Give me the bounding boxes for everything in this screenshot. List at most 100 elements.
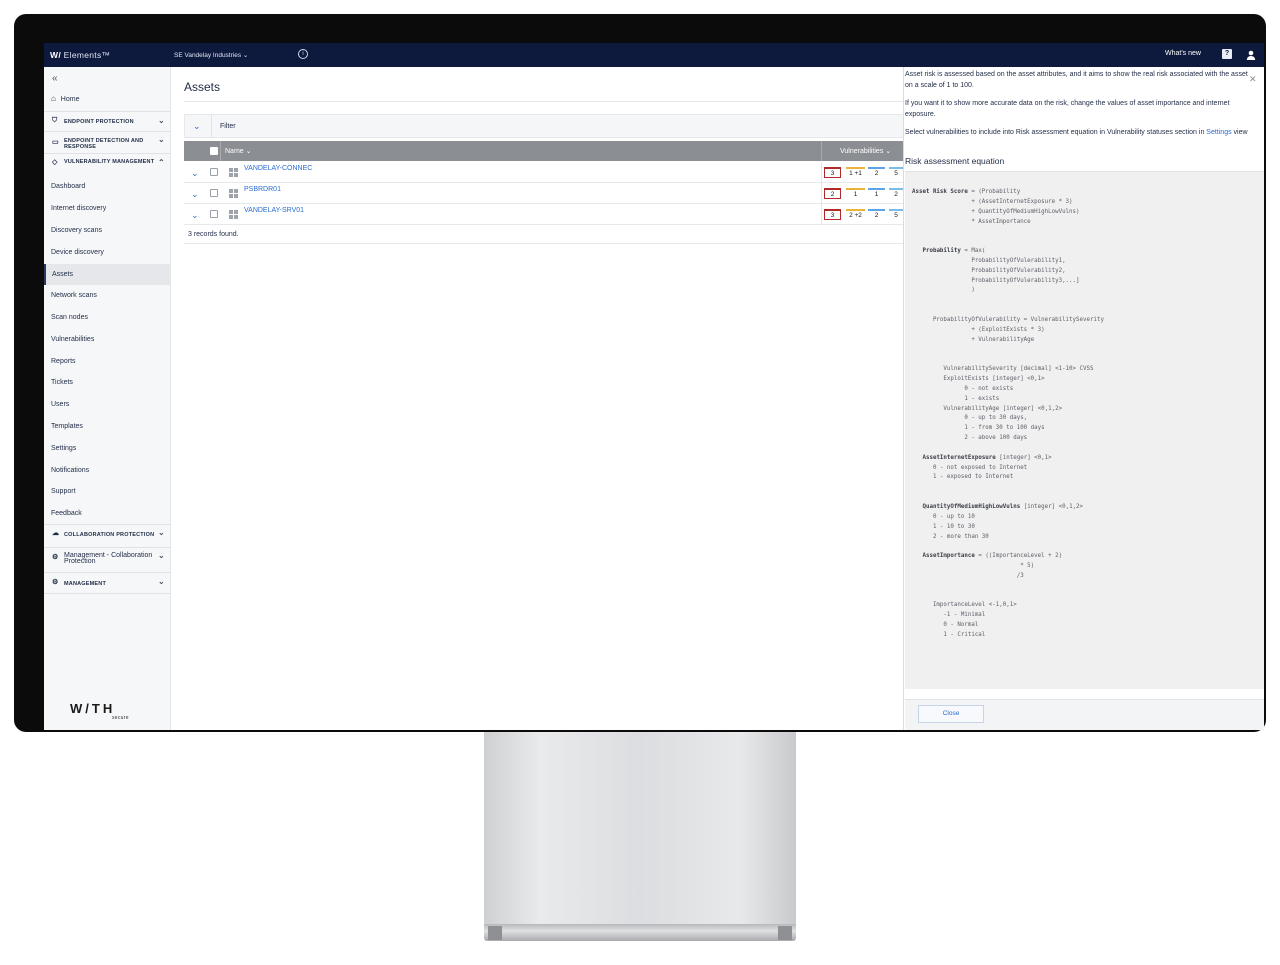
critical-count-badge[interactable]: 3: [824, 167, 841, 178]
chevron-down-icon: ⌄: [158, 528, 165, 537]
sidebar-item-settings[interactable]: Settings: [51, 445, 76, 452]
select-all-checkbox[interactable]: [210, 147, 218, 155]
sidebar-item-dashboard[interactable]: Dashboard: [51, 183, 85, 190]
equation-line: [912, 582, 1104, 592]
sidebar-item-feedback[interactable]: Feedback: [51, 510, 82, 517]
equation-line: 1 - from 30 to 100 days: [912, 425, 1045, 432]
high-count-badge[interactable]: 1: [846, 188, 865, 199]
asset-name-link[interactable]: VANDELAY-CONNEC: [244, 165, 312, 172]
asset-name-link[interactable]: PSBRDR01: [244, 186, 281, 193]
equation-line: * 5): [912, 563, 1035, 570]
equation-line: ImportanceLevel <-1,0,1>: [912, 602, 1017, 609]
table-header: Name ⌄ Vulnerabilities ⌄: [184, 141, 904, 161]
settings-link[interactable]: Settings: [1206, 129, 1231, 136]
medium-count-badge[interactable]: 1: [868, 188, 885, 199]
equation-line: + (ExploitExists * 3): [912, 326, 1045, 333]
stand-foot: [778, 926, 792, 940]
app-brand[interactable]: W/ Elements™: [50, 50, 110, 60]
sidebar-item-internet-discovery[interactable]: Internet discovery: [51, 205, 106, 212]
asset-name-link[interactable]: VANDELAY-SRV01: [244, 207, 304, 214]
chevron-down-icon[interactable]: ⌄: [193, 121, 201, 132]
column-header-vulnerabilities[interactable]: Vulnerabilities ⌄: [840, 147, 891, 155]
sidebar-item-network-scans[interactable]: Network scans: [51, 292, 97, 299]
expand-row-icon[interactable]: ⌄: [191, 168, 199, 179]
sidebar-item-templates[interactable]: Templates: [51, 423, 83, 430]
expand-row-icon[interactable]: ⌄: [191, 189, 199, 200]
sidebar-item-device-discovery[interactable]: Device discovery: [51, 249, 104, 256]
chevron-down-icon: ⌄: [158, 116, 165, 125]
equation-line: -1 - Minimal: [912, 612, 986, 619]
critical-count-badge[interactable]: 2: [824, 188, 841, 199]
sidebar-item-support[interactable]: Support: [51, 488, 76, 495]
sidebar-item-reports[interactable]: Reports: [51, 358, 76, 365]
sidebar-item-label: Home: [60, 96, 80, 103]
gears-icon: ⚙: [52, 579, 59, 586]
equation-line: AssetImportance = ((ImportanceLevel + 2): [922, 553, 1063, 560]
sidebar-item-tickets[interactable]: Tickets: [51, 379, 73, 386]
equation-line: ExploitExists [integer] <0,1>: [912, 376, 1045, 383]
critical-count-badge[interactable]: 3: [824, 209, 841, 220]
sidebar-item-home[interactable]: ⌂ Home: [51, 94, 79, 103]
low-count-badge[interactable]: 2: [889, 188, 903, 199]
divider: [184, 243, 904, 244]
equation-line: ProbabilityOfVulerability2,: [912, 267, 1066, 274]
low-count-badge[interactable]: 5: [889, 167, 903, 178]
equation-line: Probability = Max(: [922, 248, 986, 255]
equation-box: Asset Risk Score = (Probability + (Asset…: [905, 171, 1264, 689]
section-edr[interactable]: ▭ ENDPOINT DETECTION AND RESPONSE ⌄: [44, 131, 171, 153]
low-count-badge[interactable]: 5: [889, 209, 903, 220]
chevron-down-icon: ⌄: [158, 135, 165, 144]
column-header-name[interactable]: Name ⌄: [225, 147, 252, 155]
row-checkbox[interactable]: [210, 189, 218, 197]
expand-row-icon[interactable]: ⌄: [191, 210, 199, 221]
section-endpoint-protection[interactable]: ⛉ ENDPOINT PROTECTION ⌄: [44, 111, 171, 131]
user-icon[interactable]: [1245, 49, 1257, 61]
row-checkbox[interactable]: [210, 168, 218, 176]
sidebar-item-notifications[interactable]: Notifications: [51, 467, 89, 474]
filter-bar[interactable]: ⌄ Filter: [184, 114, 904, 138]
records-count: 3 records found.: [188, 231, 239, 238]
equation-line: [912, 237, 1104, 247]
sidebar-item-assets[interactable]: Assets: [44, 264, 171, 285]
divider: [184, 101, 904, 102]
sidebar-item-scan-nodes[interactable]: Scan nodes: [51, 314, 88, 321]
high-count-badge[interactable]: 2 +2: [846, 209, 865, 220]
section-collaboration-protection[interactable]: ☁ COLLABORATION PROTECTION ⌄: [44, 524, 171, 547]
medium-count-badge[interactable]: 2: [868, 167, 885, 178]
chevron-up-icon: ⌃: [158, 158, 165, 167]
equation-line: [912, 493, 1104, 503]
section-management[interactable]: ⚙ MANAGEMENT ⌄: [44, 572, 171, 594]
equation-line: 1 - exists: [912, 395, 1000, 402]
table-row[interactable]: ⌄ VANDELAY-SRV01 3 2 +2 2 5: [184, 204, 904, 225]
equation-keyword: QuantityOfMediumHighLowVulns: [922, 504, 1021, 510]
sidebar-item-vulnerabilities[interactable]: Vulnerabilities: [51, 336, 94, 343]
equation-code: Asset Risk Score = (Probability + (Asset…: [912, 188, 1104, 641]
table-row[interactable]: ⌄ PSBRDR01 2 1 1 2: [184, 183, 904, 204]
organization-selector[interactable]: SE Vandelay Industries ⌄: [174, 51, 248, 59]
panel-footer: Close: [905, 699, 1264, 730]
shield-icon: ⛉: [52, 117, 58, 124]
help-icon[interactable]: ?: [1222, 49, 1232, 59]
collapse-sidebar-icon[interactable]: «: [52, 73, 58, 84]
chevron-down-icon: ⌄: [158, 577, 165, 586]
sidebar-item-discovery-scans[interactable]: Discovery scans: [51, 227, 102, 234]
monitor-stand-base: [484, 924, 796, 941]
sidebar-item-users[interactable]: Users: [51, 401, 69, 408]
divider: [220, 141, 221, 161]
equation-line: VulnerabilityAge [integer] <0,1,2>: [912, 405, 1063, 412]
info-icon[interactable]: i: [298, 49, 308, 59]
section-vulnerability-management[interactable]: ◇ VULNERABILITY MANAGEMENT ⌃: [44, 153, 171, 173]
row-checkbox[interactable]: [210, 210, 218, 218]
equation-line: [912, 444, 1104, 454]
equation-line: QuantityOfMediumHighLowVulns [integer] <…: [922, 504, 1084, 510]
equation-keyword: AssetInternetExposure: [922, 454, 996, 461]
table-row[interactable]: ⌄ VANDELAY-CONNEC 3 1 +1 2 5: [184, 162, 904, 183]
high-count-badge[interactable]: 1 +1: [846, 167, 865, 178]
close-button[interactable]: Close: [918, 705, 984, 723]
equation-line: VulnerabilitySeverity [decimal] <1-10> C…: [912, 366, 1094, 373]
brand-name: Elements™: [63, 50, 111, 60]
whats-new-link[interactable]: What's new: [1165, 50, 1201, 57]
column-label: Name: [225, 148, 244, 155]
medium-count-badge[interactable]: 2: [868, 209, 885, 220]
section-management-collaboration-protection[interactable]: ⚙ Management - Collaboration Protection …: [44, 547, 171, 572]
